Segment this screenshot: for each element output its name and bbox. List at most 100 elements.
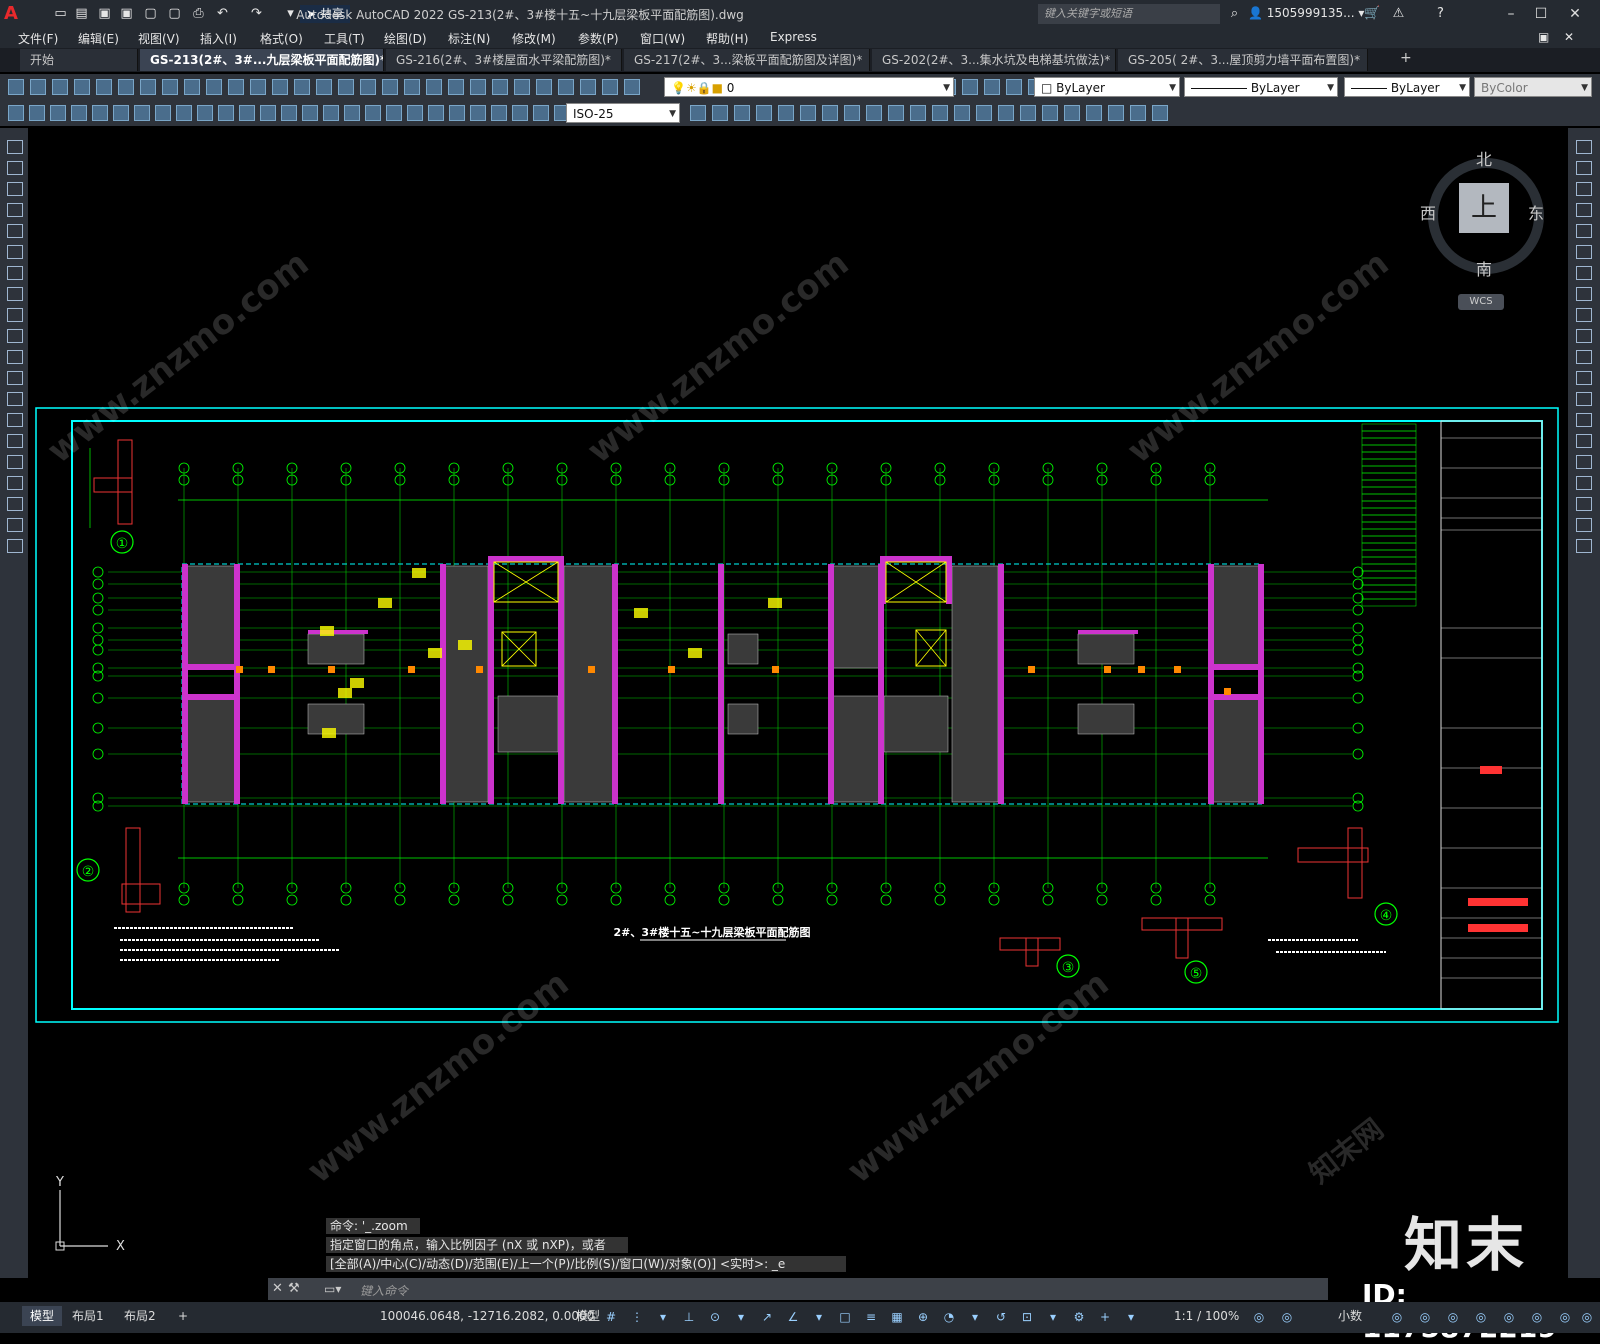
dimension-tool-icon[interactable] — [470, 105, 486, 121]
modify-tool-icon[interactable] — [910, 105, 926, 121]
dimension-tool-icon[interactable] — [323, 105, 339, 121]
status-tray-icon[interactable]: ◎ — [1474, 1310, 1488, 1324]
modify-tool-icon[interactable] — [1130, 105, 1146, 121]
modify-tool-icon[interactable] — [1064, 105, 1080, 121]
status-toggle-icon[interactable]: ▾ — [656, 1310, 670, 1324]
draw-tool-icon[interactable] — [7, 161, 23, 175]
status-toggle-icon[interactable]: ⊕ — [916, 1310, 930, 1324]
dimension-tool-icon[interactable] — [176, 105, 192, 121]
layout-tab-model[interactable]: 模型 — [22, 1306, 63, 1326]
modify-tool-icon[interactable] — [888, 105, 904, 121]
dimension-tool-icon[interactable] — [365, 105, 381, 121]
modify-tool-icon[interactable] — [866, 105, 882, 121]
dimension-tool-icon[interactable] — [8, 105, 24, 121]
draw-tool-icon[interactable] — [7, 287, 23, 301]
dimension-tool-icon[interactable] — [197, 105, 213, 121]
standard-tool-icon[interactable] — [228, 79, 244, 95]
draw-tool-icon[interactable] — [7, 245, 23, 259]
dimension-tool-icon[interactable] — [386, 105, 402, 121]
draw-tool-icon[interactable] — [7, 497, 23, 511]
menu-view[interactable]: 视图(V) — [138, 30, 180, 47]
status-toggle-icon[interactable]: ⊙ — [708, 1310, 722, 1324]
modify-tool-icon[interactable] — [1576, 476, 1592, 490]
tab-gs-213[interactable]: GS-213(2#、3#...九层梁板平面配筋图)* — [140, 49, 384, 71]
modify-tool-icon[interactable] — [1576, 329, 1592, 343]
standard-tool-icon[interactable] — [602, 79, 618, 95]
modify-tool-icon[interactable] — [1576, 371, 1592, 385]
menu-draw[interactable]: 绘图(D) — [384, 30, 427, 47]
status-toggle-icon[interactable]: ▾ — [812, 1310, 826, 1324]
status-tray-icon[interactable]: ◎ — [1418, 1310, 1432, 1324]
modify-tool-icon[interactable] — [778, 105, 794, 121]
modify-tool-icon[interactable] — [844, 105, 860, 121]
modify-tool-icon[interactable] — [822, 105, 838, 121]
viewcube-west[interactable]: 西 — [1420, 200, 1436, 224]
modify-tool-icon[interactable] — [1576, 245, 1592, 259]
standard-tool-icon[interactable] — [470, 79, 486, 95]
draw-tool-icon[interactable] — [7, 371, 23, 385]
layer-tool-icon[interactable] — [962, 79, 978, 95]
status-toggle-icon[interactable]: ▾ — [1046, 1310, 1060, 1324]
status-tray-icon[interactable]: ◎ — [1580, 1310, 1594, 1324]
menu-dimension[interactable]: 标注(N) — [448, 30, 490, 47]
doc-close-icon[interactable]: ✕ — [1564, 30, 1574, 44]
search-input[interactable]: 键入关键字或短语 — [1038, 4, 1220, 24]
standard-tool-icon[interactable] — [96, 79, 112, 95]
standard-tool-icon[interactable] — [316, 79, 332, 95]
standard-tool-icon[interactable] — [536, 79, 552, 95]
menu-tools[interactable]: 工具(T) — [324, 30, 365, 47]
modify-tool-icon[interactable] — [1086, 105, 1102, 121]
command-close-icon[interactable]: ✕ — [272, 1281, 283, 1296]
units-button[interactable]: 小数 — [1330, 1306, 1370, 1326]
modify-tool-icon[interactable] — [1576, 224, 1592, 238]
maximize-button[interactable]: ☐ — [1530, 4, 1552, 24]
dimension-tool-icon[interactable] — [533, 105, 549, 121]
standard-tool-icon[interactable] — [558, 79, 574, 95]
search-icon[interactable]: ⌕ — [1226, 5, 1243, 22]
modify-tool-icon[interactable] — [712, 105, 728, 121]
command-customize-icon[interactable]: ⚒ — [288, 1281, 300, 1296]
draw-tool-icon[interactable] — [7, 140, 23, 154]
modify-tool-icon[interactable] — [1576, 413, 1592, 427]
model-space-button[interactable]: 模型 — [568, 1306, 608, 1326]
standard-tool-icon[interactable] — [140, 79, 156, 95]
status-toggle-icon[interactable]: ▾ — [968, 1310, 982, 1324]
help-icon[interactable]: ? — [1432, 5, 1449, 22]
status-toggle-icon[interactable]: ▾ — [734, 1310, 748, 1324]
dimension-tool-icon[interactable] — [491, 105, 507, 121]
modify-tool-icon[interactable] — [1576, 287, 1592, 301]
new-tab-icon[interactable]: + — [1400, 50, 1412, 66]
status-tray-icon[interactable]: ◎ — [1280, 1310, 1294, 1324]
status-toggle-icon[interactable]: + — [1098, 1310, 1112, 1324]
dimension-tool-icon[interactable] — [113, 105, 129, 121]
modify-tool-icon[interactable] — [1576, 497, 1592, 511]
tab-gs-217[interactable]: GS-217(2#、3...梁板平面配筋图及详图)* — [624, 49, 870, 71]
draw-tool-icon[interactable] — [7, 392, 23, 406]
status-toggle-icon[interactable]: ◔ — [942, 1310, 956, 1324]
modify-tool-icon[interactable] — [800, 105, 816, 121]
menu-edit[interactable]: 编辑(E) — [78, 30, 119, 47]
draw-tool-icon[interactable] — [7, 518, 23, 532]
status-toggle-icon[interactable]: ⋮ — [630, 1310, 644, 1324]
status-tray-icon[interactable]: ◎ — [1558, 1310, 1572, 1324]
status-tray-icon[interactable]: ◎ — [1446, 1310, 1460, 1324]
draw-tool-icon[interactable] — [7, 539, 23, 553]
status-toggle-icon[interactable]: # — [604, 1310, 618, 1324]
status-tray-icon[interactable]: ◎ — [1530, 1310, 1544, 1324]
annotation-scale[interactable]: 1:1 / 100% — [1166, 1306, 1247, 1326]
menu-parametric[interactable]: 参数(P) — [578, 30, 619, 47]
dimension-tool-icon[interactable] — [50, 105, 66, 121]
user-account[interactable]: 👤 1505999135... ▾ — [1248, 6, 1364, 20]
modify-tool-icon[interactable] — [690, 105, 706, 121]
standard-tool-icon[interactable] — [514, 79, 530, 95]
tab-start[interactable]: 开始 — [20, 49, 138, 71]
dimension-tool-icon[interactable] — [71, 105, 87, 121]
status-toggle-icon[interactable]: ↗ — [760, 1310, 774, 1324]
a360-icon[interactable]: ⚠ — [1390, 5, 1407, 22]
plotstyle-combo[interactable]: ByColor ▼ — [1474, 77, 1592, 97]
dimension-tool-icon[interactable] — [428, 105, 444, 121]
standard-tool-icon[interactable] — [338, 79, 354, 95]
modify-tool-icon[interactable] — [1576, 203, 1592, 217]
menu-window[interactable]: 窗口(W) — [640, 30, 685, 47]
add-layout-icon[interactable]: + — [170, 1306, 196, 1326]
